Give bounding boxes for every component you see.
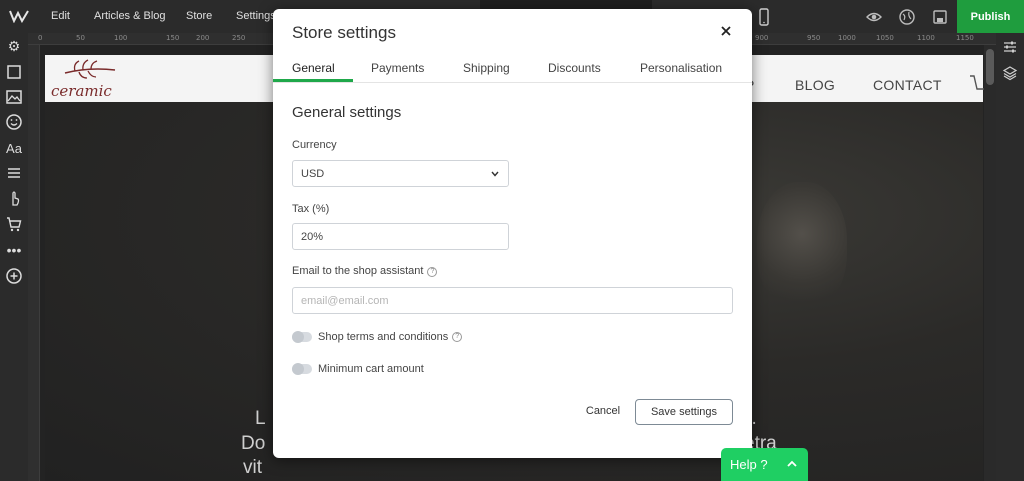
ruler-tick: 250 — [232, 34, 246, 42]
help-button[interactable]: Help ? — [721, 448, 808, 481]
globe-icon[interactable] — [898, 8, 916, 26]
menu-edit[interactable]: Edit — [51, 10, 70, 22]
site-logo-text: ceramic — [51, 82, 112, 100]
more-icon[interactable]: ••• — [5, 241, 23, 259]
menu-store[interactable]: Store — [186, 10, 212, 22]
ruler-tick: 900 — [755, 34, 769, 42]
toggle-row-min-cart: Minimum cart amount — [292, 363, 424, 375]
tab-discounts[interactable]: Discounts — [548, 61, 601, 75]
close-icon[interactable] — [718, 23, 734, 39]
ruler-tick: 950 — [807, 34, 821, 42]
mobile-device-icon[interactable] — [757, 8, 771, 26]
min-cart-toggle-label: Minimum cart amount — [318, 363, 424, 375]
help-circle-icon[interactable]: ? — [452, 332, 463, 342]
site-nav-blog[interactable]: BLOG — [795, 77, 835, 93]
canvas-scrollbar[interactable] — [984, 45, 996, 481]
chevron-up-icon — [787, 460, 797, 467]
preview-eye-icon[interactable] — [865, 8, 883, 26]
menu-settings[interactable]: Settings — [236, 10, 276, 22]
tab-general[interactable]: General — [292, 61, 335, 75]
store-settings-modal: Store settings General Payments Shipping… — [273, 9, 752, 458]
ruler-tick: 1000 — [838, 34, 856, 42]
menu-articles-blog[interactable]: Articles & Blog — [94, 10, 166, 22]
image-icon[interactable] — [5, 88, 23, 106]
email-label: Email to the shop assistant? — [292, 265, 438, 277]
tax-label: Tax (%) — [292, 203, 330, 215]
min-cart-toggle[interactable] — [292, 363, 312, 375]
save-icon[interactable] — [931, 8, 949, 26]
email-input-field[interactable] — [301, 294, 724, 307]
scrollbar-thumb[interactable] — [986, 49, 994, 85]
ruler-tick: 1150 — [956, 34, 974, 42]
section-title: General settings — [292, 104, 402, 121]
ruler-tick: 150 — [166, 34, 180, 42]
ruler-tick: 50 — [76, 34, 85, 42]
sliders-icon[interactable] — [1002, 39, 1018, 55]
emoji-icon[interactable] — [5, 113, 23, 131]
ruler-tick: 100 — [114, 34, 128, 42]
ruler-tick: 1100 — [917, 34, 935, 42]
ruler-tick: 0 — [38, 34, 43, 42]
hero-text-fragment: Do — [241, 433, 266, 454]
tab-personalisation[interactable]: Personalisation — [640, 61, 722, 75]
add-circle-icon[interactable] — [5, 267, 23, 285]
hero-text-fragment: L — [255, 408, 266, 429]
app-logo-icon[interactable] — [9, 9, 29, 23]
email-input[interactable] — [292, 287, 733, 314]
toggle-knob — [292, 363, 304, 375]
site-cart-icon[interactable] — [969, 73, 984, 95]
currency-label: Currency — [292, 139, 337, 151]
toggle-row-terms: Shop terms and conditions? — [292, 331, 463, 343]
email-label-text: Email to the shop assistant — [292, 265, 424, 277]
cart-icon[interactable] — [5, 215, 23, 233]
toggle-knob — [292, 331, 304, 343]
tax-input-field[interactable] — [301, 230, 500, 243]
site-nav-contact[interactable]: CONTACT — [873, 77, 942, 93]
terms-toggle-label: Shop terms and conditions — [318, 331, 449, 343]
active-tab-indicator — [273, 79, 353, 82]
ruler-left — [28, 45, 40, 481]
tab-payments[interactable]: Payments — [371, 61, 424, 75]
currency-value: USD — [301, 167, 325, 180]
publish-button[interactable]: Publish — [957, 0, 1024, 33]
modal-title: Store settings — [292, 23, 396, 42]
hero-vase-image — [757, 182, 847, 312]
ruler-tick: 200 — [196, 34, 210, 42]
cancel-button[interactable]: Cancel — [579, 401, 627, 421]
left-toolbar: ⚙ Aa ••• — [0, 33, 28, 481]
tab-shipping[interactable]: Shipping — [463, 61, 510, 75]
section-icon[interactable] — [5, 63, 23, 81]
currency-select[interactable]: USD — [292, 160, 509, 187]
leaf-logo-icon — [64, 59, 116, 79]
hero-text-fragment: vit — [243, 457, 262, 478]
help-circle-icon[interactable]: ? — [427, 267, 438, 277]
right-toolbar — [996, 33, 1024, 481]
chevron-down-icon — [491, 171, 499, 177]
help-label: Help ? — [730, 457, 768, 472]
pointer-hand-icon[interactable] — [5, 189, 23, 207]
list-icon[interactable] — [5, 164, 23, 182]
terms-toggle[interactable] — [292, 331, 312, 343]
layers-icon[interactable] — [1002, 65, 1018, 81]
save-settings-button[interactable]: Save settings — [635, 399, 733, 425]
ruler-tick: 1050 — [876, 34, 894, 42]
text-icon[interactable]: Aa — [5, 139, 23, 157]
gear-icon[interactable]: ⚙ — [5, 37, 23, 55]
tax-input[interactable] — [292, 223, 509, 250]
